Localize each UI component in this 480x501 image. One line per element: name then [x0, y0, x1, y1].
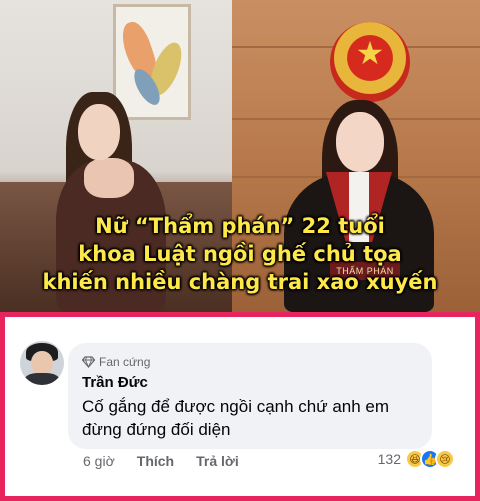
post-image[interactable]: ★ THẨM PHÁN Nữ “Thẩm phán” 22 tuổi khoa …	[0, 0, 480, 312]
avatar[interactable]	[20, 341, 64, 385]
comment-card: Fan cứng Trần Đức Cố gắng để được ngồi c…	[0, 312, 480, 501]
diamond-icon	[82, 356, 95, 368]
comment-bubble: Fan cứng Trần Đức Cố gắng để được ngồi c…	[68, 343, 432, 449]
author-name[interactable]: Trần Đức	[82, 374, 148, 391]
wall-art	[113, 4, 191, 120]
reaction-summary[interactable]: 132 😆 👍 😢	[378, 449, 455, 469]
reaction-icons: 😆 👍 😢	[405, 449, 455, 469]
caption-line-1: Nữ “Thẩm phán” 22 tuổi	[95, 214, 385, 238]
like-button[interactable]: Thích	[137, 453, 174, 469]
badge-label: Fan cứng	[99, 355, 151, 369]
reply-button[interactable]: Trả lời	[196, 453, 239, 469]
sad-icon: 😢	[435, 449, 455, 469]
caption-line-3: khiến nhiều chàng trai xao xuyến	[42, 270, 438, 294]
judge-face	[336, 112, 384, 172]
comment-time[interactable]: 6 giờ	[83, 453, 115, 469]
image-caption: Nữ “Thẩm phán” 22 tuổi khoa Luật ngồi gh…	[0, 212, 480, 296]
reaction-count: 132	[377, 451, 401, 467]
fan-badge: Fan cứng	[82, 355, 150, 369]
star-icon: ★	[355, 35, 385, 71]
comment-actions: 6 giờ Thích Trả lời	[83, 453, 261, 469]
person-face	[78, 104, 120, 160]
comment-text: Cố gắng để được ngồi cạnh chứ anh em đừn…	[82, 397, 390, 439]
caption-line-2: khoa Luật ngồi ghế chủ tọa	[78, 242, 402, 266]
